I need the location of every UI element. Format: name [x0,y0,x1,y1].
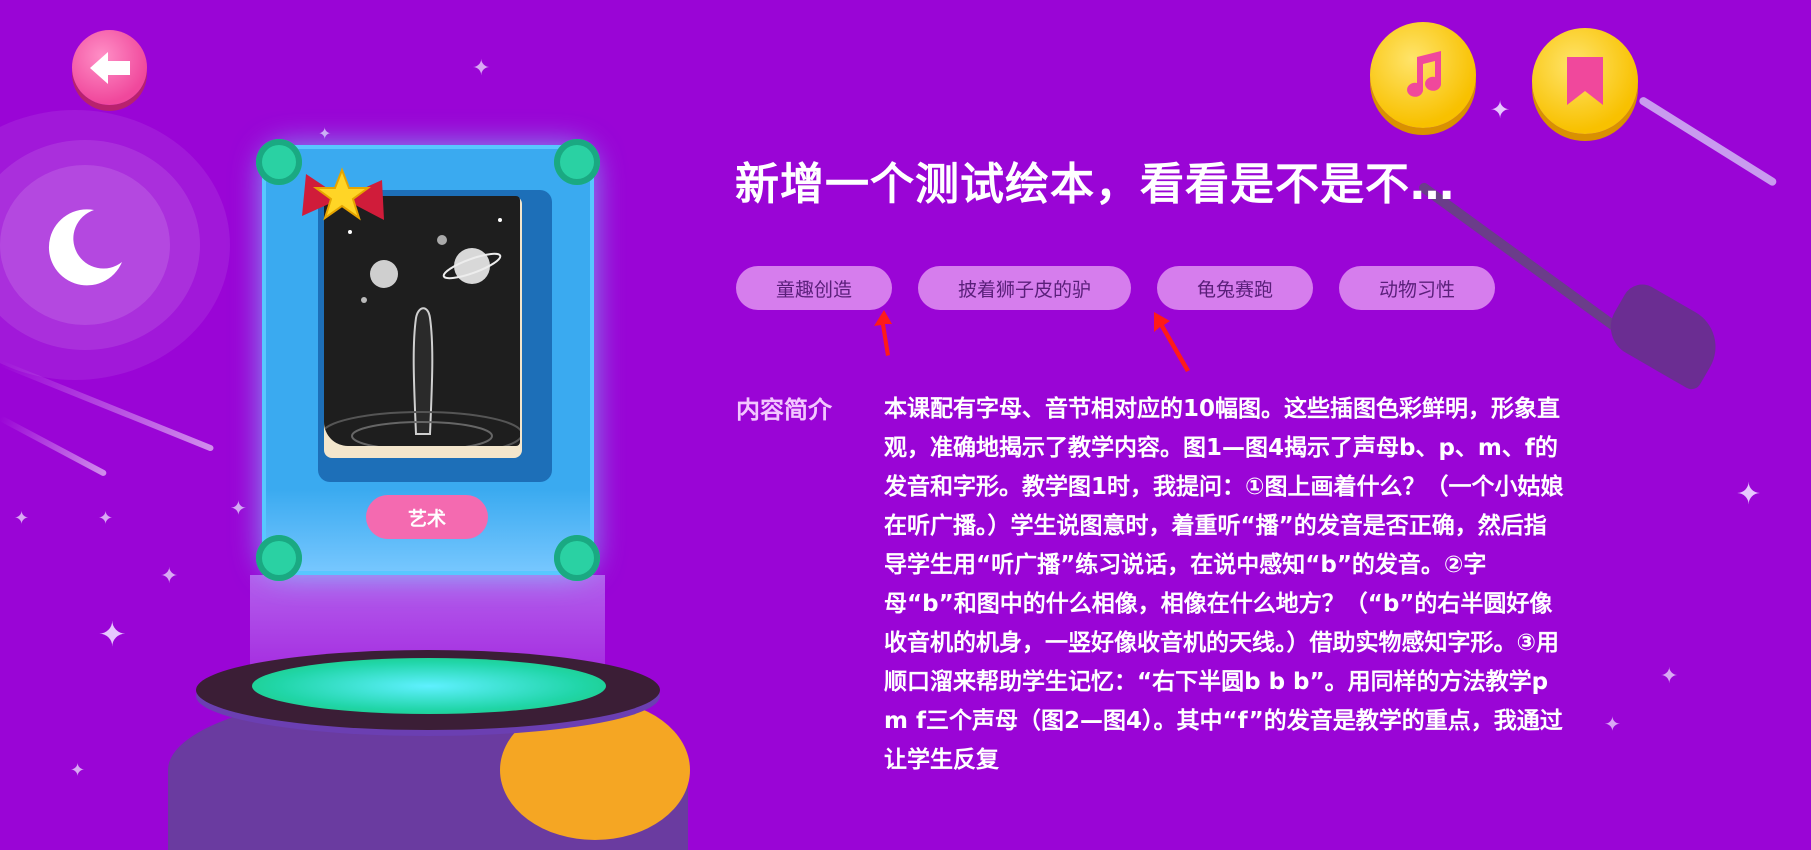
card-corner-ornament [554,535,600,581]
sparkle-icon: ✦ [98,615,127,655]
sparkle-icon: ✦ [472,56,491,81]
moon-icon [48,209,122,286]
star-bow-icon [302,167,384,221]
sparkle-icon: ✦ [98,508,114,529]
wand-decoration [1637,95,1778,188]
tag-chip[interactable]: 龟兔赛跑 [1157,266,1314,310]
sparkle-icon: ✦ [160,564,179,589]
sparkle-icon: ✦ [70,760,86,781]
tag-chip[interactable]: 童趣创造 [736,266,893,310]
sparkle-icon: ✦ [318,124,332,143]
tag-list: 童趣创造 披着狮子皮的驴 龟兔赛跑 动物习性 [736,266,1496,310]
category-badge[interactable]: 艺术 [366,495,488,539]
description-text: 本课配有字母、音节相对应的10幅图。这些插图色彩鲜明，形象直观，准确地揭示了教学… [884,396,1564,773]
sparkle-icon: ✦ [230,496,247,520]
book-title: 新增一个测试绘本，看看是不是不… [735,159,1455,210]
card-corner-ornament [554,139,600,185]
tag-chip[interactable]: 披着狮子皮的驴 [918,266,1132,310]
card-corner-ornament [256,535,302,581]
description-label: 内容简介 [736,396,832,424]
back-button[interactable] [72,30,147,105]
back-arrow-icon [89,51,130,84]
shooting-star-streak [0,415,108,477]
sparkle-icon: ✦ [1736,477,1762,512]
cauldron-liquid [252,658,606,714]
sparkle-icon: ✦ [1490,96,1511,124]
annotation-arrow-icon [874,310,892,356]
bookmark-icon [1567,57,1603,105]
bookmark-button[interactable] [1532,28,1638,134]
music-note-icon [1407,51,1442,97]
music-button[interactable] [1370,22,1476,128]
broom-head [1599,277,1731,393]
tag-chip[interactable]: 动物习性 [1339,266,1496,310]
sparkle-icon: ✦ [14,508,30,529]
sparkle-icon: ✦ [1604,712,1621,736]
sparkle-icon: ✦ [1660,664,1679,689]
annotation-arrow-icon [1154,312,1190,372]
